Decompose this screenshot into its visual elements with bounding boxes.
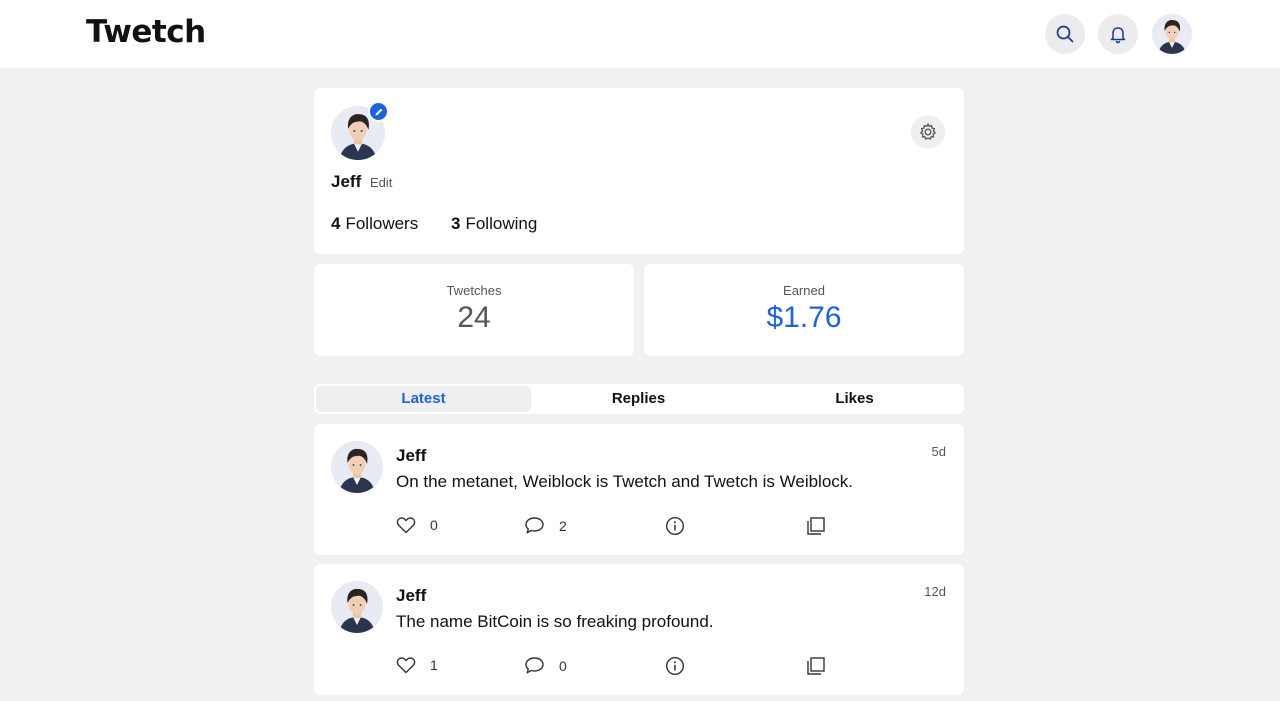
- earned-value: $1.76: [766, 301, 842, 334]
- copy-link-button[interactable]: [806, 516, 826, 536]
- post-timestamp: 12d: [924, 584, 946, 599]
- twetches-value: 24: [457, 301, 491, 334]
- like-button[interactable]: 0: [396, 516, 438, 534]
- post-card[interactable]: Jeff 5d On the metanet, Weiblock is Twet…: [314, 424, 964, 555]
- info-button[interactable]: [665, 656, 685, 676]
- post-author-name[interactable]: Jeff: [396, 446, 426, 466]
- twetches-stat-card: Twetches 24: [314, 264, 634, 356]
- edit-profile-link[interactable]: Edit: [370, 175, 392, 190]
- copy-icon: [807, 517, 825, 535]
- tab-latest[interactable]: Latest: [316, 386, 531, 412]
- feed-tabs: Latest Replies Likes: [314, 384, 964, 414]
- search-icon: [1056, 25, 1074, 43]
- bell-icon: [1110, 27, 1126, 44]
- top-navigation-bar: Twetch: [0, 0, 1280, 68]
- followers-link[interactable]: 4 Followers: [331, 214, 418, 234]
- notifications-button[interactable]: [1098, 14, 1138, 54]
- post-timestamp: 5d: [931, 444, 946, 459]
- settings-button[interactable]: [911, 115, 945, 149]
- post-author-avatar[interactable]: [331, 581, 383, 633]
- heart-icon: [396, 657, 416, 674]
- post-text: On the metanet, Weiblock is Twetch and T…: [396, 472, 854, 491]
- tab-replies[interactable]: Replies: [531, 386, 746, 412]
- followers-label: Followers: [345, 214, 419, 233]
- followers-count: 4: [331, 214, 341, 233]
- post-card[interactable]: Jeff 12d The name BitCoin is so freaking…: [314, 564, 964, 695]
- profile-card: Jeff Edit 4 Followers 3 Following: [314, 88, 964, 254]
- comment-icon: [525, 657, 544, 674]
- like-count: 0: [430, 517, 438, 533]
- tab-likes[interactable]: Likes: [747, 386, 962, 412]
- profile-name: Jeff: [331, 172, 362, 191]
- copy-link-button[interactable]: [806, 656, 826, 676]
- post-author-name[interactable]: Jeff: [396, 586, 426, 606]
- post-text: The name BitCoin is so freaking profound…: [396, 612, 714, 631]
- earned-stat-card: Earned $1.76: [644, 264, 964, 356]
- pencil-icon: [375, 108, 382, 115]
- following-count: 3: [451, 214, 461, 233]
- post-author-avatar[interactable]: [331, 441, 383, 493]
- reply-button[interactable]: 2: [524, 516, 567, 535]
- search-button[interactable]: [1045, 14, 1085, 54]
- twetches-label: Twetches: [446, 283, 502, 298]
- heart-icon: [396, 517, 416, 534]
- gear-icon: [920, 123, 936, 140]
- earned-label: Earned: [783, 283, 825, 298]
- edit-avatar-button[interactable]: [368, 101, 389, 122]
- like-count: 1: [430, 657, 438, 673]
- copy-icon: [807, 657, 825, 675]
- reply-count: 2: [559, 517, 567, 534]
- like-button[interactable]: 1: [396, 656, 438, 674]
- app-logo[interactable]: Twetch: [86, 14, 206, 50]
- following-link[interactable]: 3 Following: [451, 214, 537, 234]
- info-icon: [665, 656, 685, 676]
- reply-count: 0: [559, 657, 567, 674]
- user-avatar-button[interactable]: [1152, 14, 1192, 54]
- info-button[interactable]: [665, 516, 685, 536]
- comment-icon: [525, 517, 544, 534]
- info-icon: [665, 516, 685, 536]
- following-label: Following: [465, 214, 538, 233]
- reply-button[interactable]: 0: [524, 656, 567, 675]
